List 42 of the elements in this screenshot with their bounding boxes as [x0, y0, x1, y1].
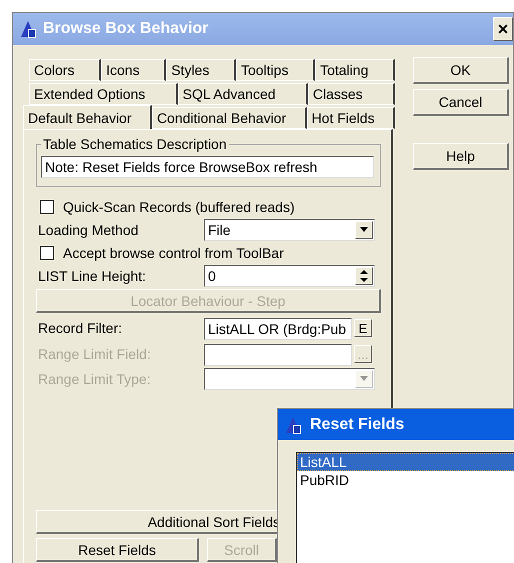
- dialog-button[interactable]: OK: [413, 57, 509, 84]
- dropdown-field[interactable]: [204, 368, 375, 390]
- field-label: Loading Method: [38, 222, 140, 238]
- tab[interactable]: Conditional Behavior: [152, 107, 307, 129]
- tab[interactable]: Tooltips: [236, 59, 316, 81]
- field-label: Record Filter:: [38, 320, 124, 336]
- text-field[interactable]: [204, 344, 352, 366]
- spin-field[interactable]: 0: [204, 264, 375, 286]
- list-item[interactable]: ListALL: [297, 453, 514, 471]
- popup-title: Reset Fields: [310, 416, 404, 434]
- list-item[interactable]: PubRID: [297, 471, 514, 489]
- checkbox[interactable]: [40, 246, 54, 260]
- description-field[interactable]: Note: Reset Fields force BrowseBox refresh: [41, 156, 374, 178]
- text-field[interactable]: ListALL OR (Brdg:Pub: [204, 318, 352, 340]
- checkbox-label: Accept browse control from ToolBar: [63, 244, 284, 260]
- window-title: Browse Box Behavior: [43, 20, 208, 38]
- tab[interactable]: Hot Fields: [306, 107, 396, 129]
- footer-button[interactable]: Reset Fields: [36, 538, 199, 562]
- tab[interactable]: Icons: [101, 59, 166, 81]
- tab[interactable]: Extended Options: [29, 83, 178, 105]
- tab[interactable]: SQL Advanced: [178, 83, 308, 105]
- tab[interactable]: Classes: [308, 83, 396, 105]
- tab[interactable]: Colors: [29, 59, 102, 81]
- app-logo-icon: [19, 20, 37, 38]
- tab[interactable]: Default Behavior: [23, 105, 152, 129]
- tab[interactable]: Styles: [166, 59, 236, 81]
- dialog-button[interactable]: Help: [413, 143, 509, 170]
- field-label: Range Limit Type:: [38, 370, 152, 386]
- dropdown-arrow-icon: [360, 227, 368, 232]
- field-label: Range Limit Field:: [38, 346, 152, 362]
- close-button[interactable]: ×: [493, 17, 513, 41]
- checkbox-label: Quick-Scan Records (buffered reads): [63, 198, 295, 214]
- lookup-button[interactable]: E: [354, 319, 372, 337]
- dropdown-arrow-icon: [360, 376, 368, 381]
- spin-arrows-icon: [360, 270, 368, 282]
- field-label: LIST Line Height:: [38, 268, 147, 284]
- dialog-button[interactable]: Cancel: [413, 89, 509, 116]
- checkbox[interactable]: [40, 200, 54, 214]
- dropdown-field[interactable]: File: [204, 218, 375, 240]
- tab[interactable]: Totaling: [315, 59, 395, 81]
- app-logo-icon: [284, 416, 302, 434]
- group-title: Table Schematics Description: [42, 136, 228, 152]
